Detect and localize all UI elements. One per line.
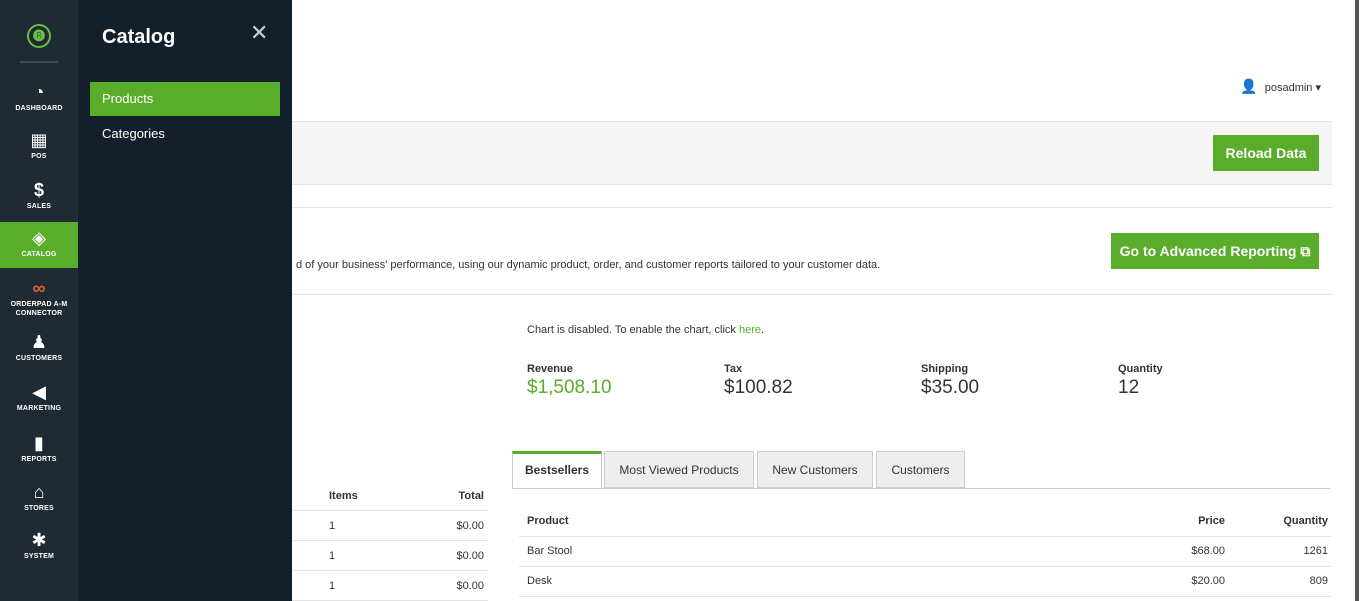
close-icon[interactable]: ✕ [250,20,268,46]
nav-label: REPORTS [21,456,57,463]
divider [292,207,1332,208]
table-row[interactable]: Desk $20.00 809 [519,566,1331,597]
cell-total: $0.00 [456,580,484,592]
user-menu[interactable]: 👤 posadmin ▾ [1240,78,1321,95]
nav-label: ORDERPAD A-M CONNECTOR [10,301,68,317]
flyout-item-products[interactable]: Products [90,82,280,116]
tab-bestsellers[interactable]: Bestsellers [512,451,602,488]
table-header: Product Price Quantity [519,506,1331,537]
stat-value: 12 [1118,377,1140,398]
tabs-divider [512,488,1330,489]
cell-items: 1 [329,520,336,532]
reload-data-button[interactable]: Reload Data [1213,135,1319,171]
cell-total: $0.00 [456,520,484,532]
table-row[interactable]: Bar Stool $68.00 1261 [519,536,1331,567]
nav-label: MARKETING [16,405,62,412]
tab-most-viewed-products[interactable]: Most Viewed Products [604,451,754,488]
cell-items: 1 [329,580,336,592]
megaphone-icon: ◀ [32,382,46,402]
tab-customers[interactable]: Customers [876,451,965,488]
cell-price: $20.00 [1191,575,1225,587]
logo-divider [20,61,58,63]
stat-value: $1,508.10 [527,377,612,398]
nav-stores[interactable]: ⌂ STORES [0,482,78,516]
table-row[interactable]: 1 $0.00 [292,510,488,541]
nav-label: POS [31,153,47,160]
cell-quantity: 1261 [1303,545,1328,557]
col-price: Price [1198,515,1225,527]
chart-note-suffix: . [761,324,765,336]
nav-label: CATALOG [21,251,57,258]
stat-quantity: Quantity 12 [1118,363,1163,399]
stat-revenue: Revenue $1,508.10 [527,363,612,399]
col-items: Items [329,490,358,502]
stat-label: Quantity [1118,363,1163,375]
nav-sales[interactable]: $ SALES [0,180,78,214]
store-icon: ⌂ [33,482,45,502]
col-quantity: Quantity [1283,515,1328,527]
col-product: Product [527,515,569,527]
stat-label: Tax [724,363,743,375]
flyout-item-categories[interactable]: Categories [90,117,280,151]
nav-reports[interactable]: ▮ REPORTS [0,433,78,467]
cell-product: Bar Stool [527,545,573,557]
window-scrollbar[interactable] [1355,0,1359,601]
person-icon: ♟ [30,332,48,352]
chart-note-text: Chart is disabled. To enable the chart, … [527,324,739,336]
nav-system[interactable]: ✱ SYSTEM [0,530,78,564]
logo-icon: 🅑 [27,24,51,48]
advanced-reporting-button[interactable]: Go to Advanced Reporting ⧉ [1111,233,1319,269]
advanced-reporting-description: d of your business' performance, using o… [296,259,881,271]
cell-price: $68.00 [1191,545,1225,557]
nav-label: DASHBOARD [15,105,63,112]
table-row[interactable]: 1 $0.00 [292,570,488,601]
table-row[interactable]: 1 $0.00 [292,540,488,571]
col-total: Total [458,490,484,502]
nav-label: SALES [26,203,52,210]
connector-icon: ∞ [32,278,46,298]
nav-pos[interactable]: ▦ POS [0,130,78,170]
stat-label: Revenue [527,363,573,375]
gear-icon: ✱ [31,530,47,550]
cell-total: $0.00 [456,550,484,562]
nav-catalog[interactable]: ◈ CATALOG [0,222,78,268]
catalog-flyout-panel: Catalog ✕ Products Categories [78,0,292,601]
divider [292,294,1332,295]
box-icon: ◈ [32,228,46,248]
dashboard-icon: ◔ [33,82,45,102]
user-icon: 👤 [1240,78,1258,94]
logo[interactable]: 🅑 [0,0,78,68]
page-actions-bar [292,121,1332,185]
username: posadmin ▾ [1264,82,1321,94]
flyout-title: Catalog [102,26,176,48]
stat-tax: Tax $100.82 [724,363,793,399]
stat-shipping: Shipping $35.00 [921,363,979,399]
stat-value: $100.82 [724,377,793,398]
stat-label: Shipping [921,363,969,375]
pos-icon: ▦ [30,130,48,150]
cell-quantity: 809 [1309,575,1328,587]
nav-label: CUSTOMERS [15,355,63,362]
nav-orderpad-connector[interactable]: ∞ ORDERPAD A-M CONNECTOR [0,278,78,322]
nav-customers[interactable]: ♟ CUSTOMERS [0,332,78,368]
cell-product: Desk [527,575,553,587]
stat-value: $35.00 [921,377,980,398]
nav-label: SYSTEM [24,553,54,560]
nav-dashboard[interactable]: ◔ DASHBOARD [0,82,78,112]
chart-disabled-note: Chart is disabled. To enable the chart, … [527,324,764,336]
admin-sidebar: 🅑 ◔ DASHBOARD ▦ POS $ SALES ◈ CATALOG ∞ … [0,0,78,601]
cell-items: 1 [329,550,336,562]
nav-label: STORES [24,505,54,512]
dollar-icon: $ [33,180,44,200]
enable-chart-link[interactable]: here [739,324,761,336]
bar-chart-icon: ▮ [34,433,44,453]
table-header: Items Total [292,480,488,511]
nav-marketing[interactable]: ◀ MARKETING [0,382,78,416]
tab-new-customers[interactable]: New Customers [757,451,873,488]
